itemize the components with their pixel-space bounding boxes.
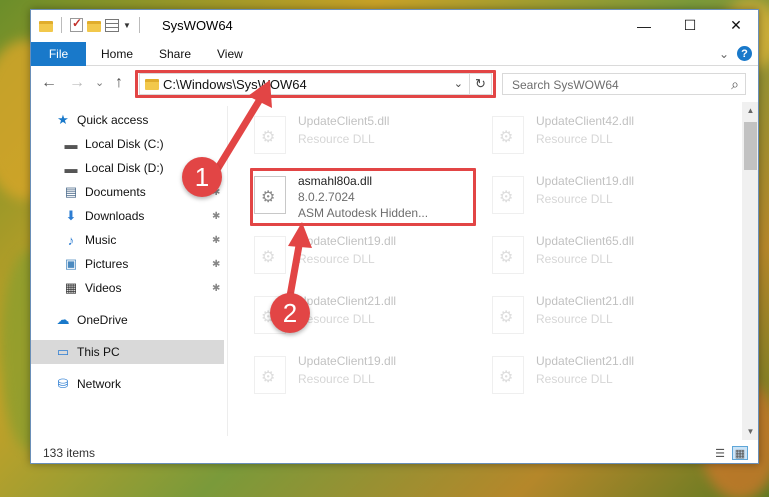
callout-step-2: 2	[270, 293, 310, 333]
tutorial-arrows	[214, 80, 312, 300]
arrow-2	[286, 222, 312, 300]
arrow-1	[214, 80, 272, 172]
callout-step-1: 1	[182, 157, 222, 197]
